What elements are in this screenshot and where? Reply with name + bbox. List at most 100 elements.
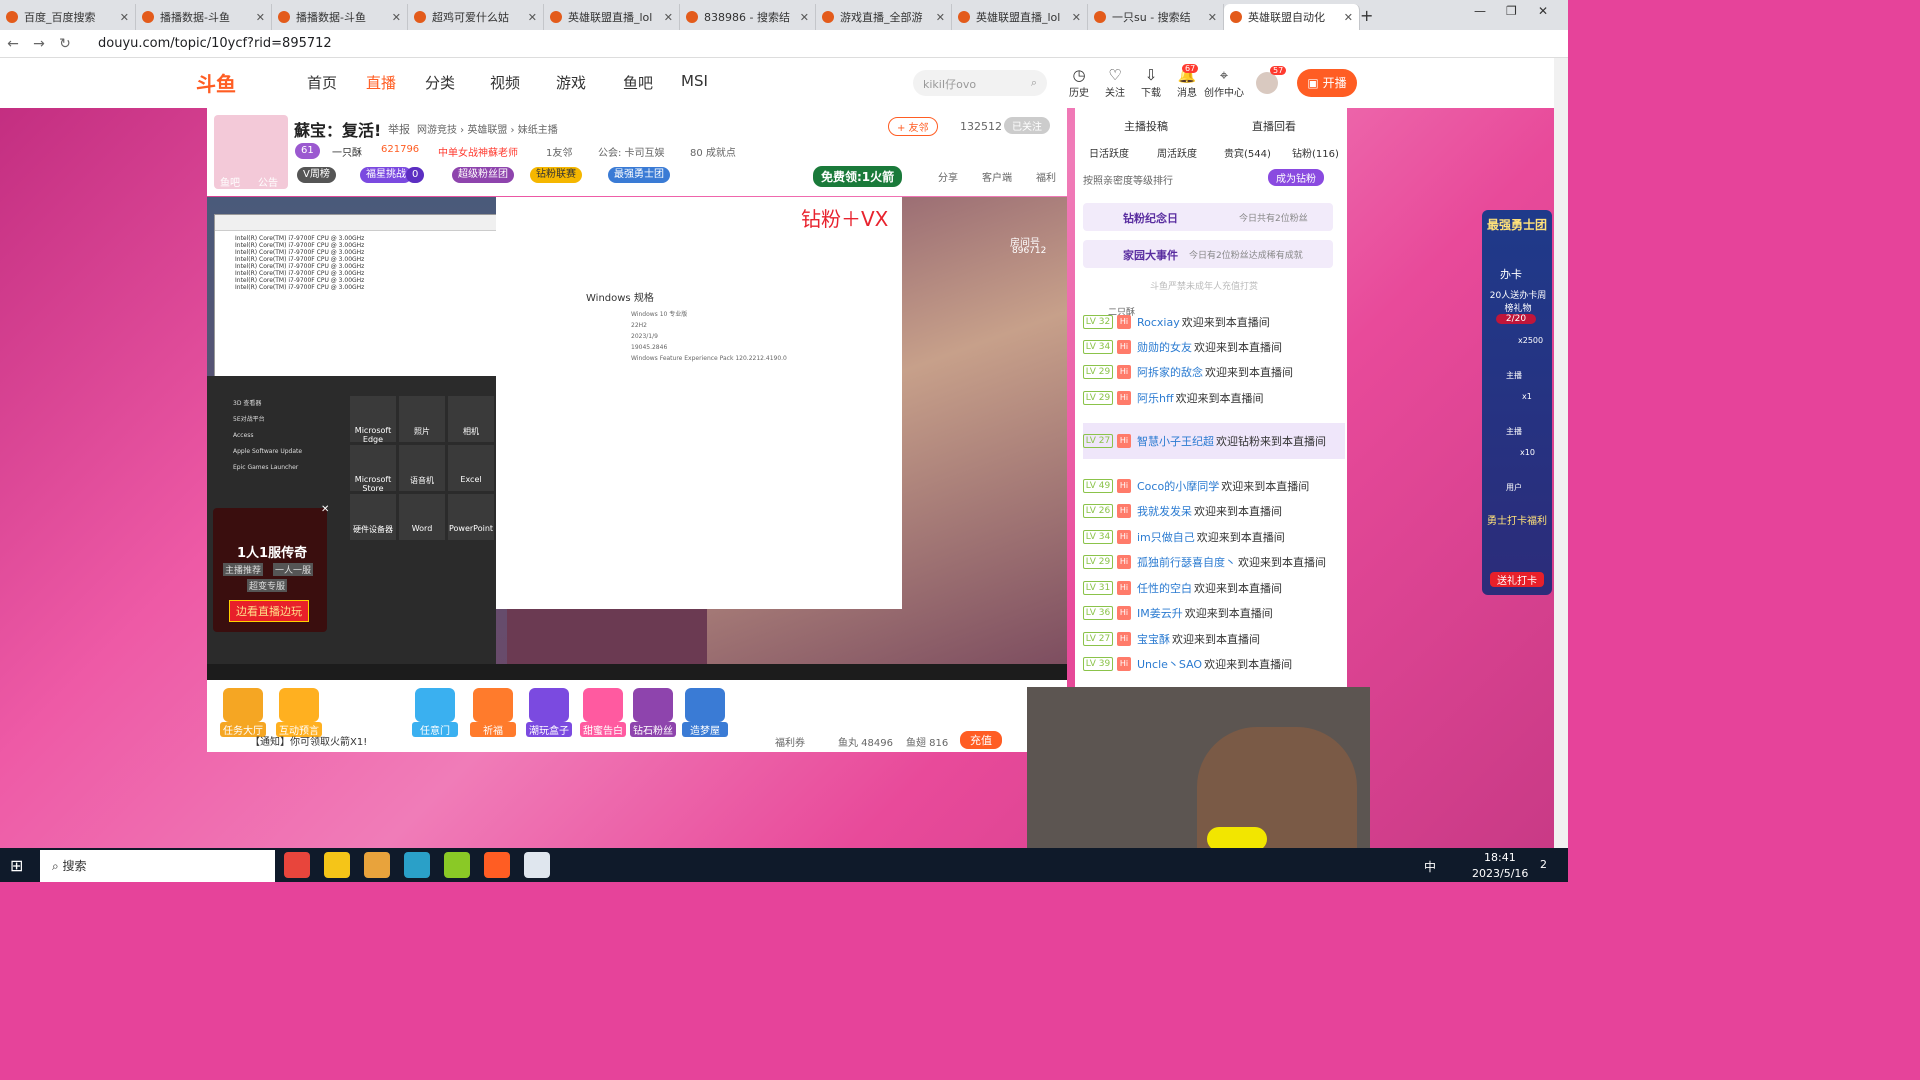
clock-date[interactable]: 2023/5/16	[1472, 867, 1528, 880]
close-window-button[interactable]: ✕	[1538, 4, 1548, 18]
close-tab-icon[interactable]: ✕	[120, 11, 129, 24]
chat-username[interactable]: 任性的空白	[1137, 580, 1192, 596]
weekly-rank-badge[interactable]: V周榜	[297, 167, 336, 183]
back-icon[interactable]: ←	[0, 36, 26, 52]
close-tab-icon[interactable]: ✕	[1344, 11, 1353, 24]
browser-tab[interactable]: 百度_百度搜索 ✕	[0, 4, 136, 30]
nav-msi[interactable]: MSI	[681, 72, 708, 90]
become-diamond-button[interactable]: 成为钻粉	[1268, 169, 1324, 186]
recharge-button[interactable]: 充值	[960, 731, 1002, 749]
browser-tab[interactable]: 英雄联盟直播_lol ✕	[544, 4, 680, 30]
download-button[interactable]: ⇩ 下载	[1136, 66, 1166, 99]
guild-name[interactable]: 一只酥	[332, 144, 362, 159]
start-tile[interactable]: 语音机	[399, 445, 445, 491]
notification-count[interactable]: 2	[1540, 858, 1547, 871]
history-button[interactable]: ◷ 历史	[1064, 66, 1094, 99]
start-tile[interactable]: 相机	[448, 396, 494, 442]
start-app-item[interactable]: 5E对战平台	[233, 412, 302, 428]
start-button[interactable]: ⊞	[10, 856, 23, 875]
chat-username[interactable]: im只做自己	[1137, 529, 1195, 545]
browser-tab[interactable]: 播播数据-斗鱼 ✕	[136, 4, 272, 30]
share-button[interactable]: 分享	[938, 169, 958, 184]
app-icon-s[interactable]	[404, 852, 430, 878]
tab-diamond-fans[interactable]: 钻粉(116)	[1292, 145, 1339, 160]
browser-tab[interactable]: 播播数据-斗鱼 ✕	[272, 4, 408, 30]
tab-replay[interactable]: 直播回看	[1252, 118, 1296, 134]
chat-username[interactable]: Uncle丶SAO	[1137, 656, 1202, 672]
browser-tab[interactable]: 超鸡可爱什么姑 ✕	[408, 4, 544, 30]
toolbar-item[interactable]: 甜蜜告白	[580, 688, 626, 737]
douyu-logo[interactable]: 斗鱼	[196, 68, 260, 98]
minimize-button[interactable]: —	[1474, 4, 1486, 18]
search-icon[interactable]: ⌕	[1031, 76, 1037, 90]
toolbar-item[interactable]: 潮玩盒子	[526, 688, 572, 737]
welfare-coupon[interactable]: 福利券	[775, 734, 805, 749]
diamond-league-badge[interactable]: 钻粉联赛	[530, 167, 582, 183]
start-tile[interactable]: 硬件设备器	[350, 494, 396, 540]
memorial-banner[interactable]: 钻粉纪念日 今日共有2位粉丝	[1083, 203, 1333, 231]
welfare-button[interactable]: 福利	[1036, 169, 1056, 184]
warrior-team-widget[interactable]: 最强勇士团 办卡 20人送办卡周榜礼物 2/20 x2500 主播 x1 主播 …	[1482, 210, 1552, 595]
browser-tab[interactable]: 一只su - 搜索结 ✕	[1088, 4, 1224, 30]
start-tile[interactable]: Microsoft Edge	[350, 396, 396, 444]
super-fans-badge[interactable]: 超级粉丝团	[452, 167, 514, 183]
clock-time[interactable]: 18:41	[1484, 851, 1516, 864]
family-banner[interactable]: 家园大事件 今日有2位粉丝达成稀有成就	[1083, 240, 1333, 268]
chat-username[interactable]: IM姜云升	[1137, 605, 1183, 621]
start-tile[interactable]: 照片	[399, 396, 445, 442]
browser-tab[interactable]: 838986 - 搜索结 ✕	[680, 4, 816, 30]
breadcrumb[interactable]: 网游竞技 › 英雄联盟 › 妹纸主播	[417, 121, 558, 136]
followed-button[interactable]: 已关注	[1004, 117, 1050, 134]
tab-anchor-posts[interactable]: 主播投稿	[1124, 118, 1168, 134]
toolbar-item[interactable]: 钻石粉丝	[630, 688, 676, 737]
avatar-tag-yuba[interactable]: 鱼吧	[220, 174, 240, 189]
toolbar-item[interactable]: 祈福	[470, 688, 516, 737]
chat-username[interactable]: Rocxiay	[1137, 316, 1180, 329]
close-tab-icon[interactable]: ✕	[528, 11, 537, 24]
close-tab-icon[interactable]: ✕	[664, 11, 673, 24]
page-scrollbar[interactable]	[1554, 58, 1568, 848]
app-icon-wind[interactable]	[524, 852, 550, 878]
search-input[interactable]: kikiI仔ovo ⌕	[913, 70, 1047, 96]
start-broadcast-button[interactable]: ▣ 开播	[1297, 69, 1357, 97]
chat-username[interactable]: 阿拆家的敌念	[1137, 364, 1203, 380]
nav-yuba[interactable]: 鱼吧	[623, 72, 653, 93]
warrior-team-badge[interactable]: 最强勇士团	[608, 167, 670, 183]
maximize-button[interactable]: ❐	[1506, 4, 1517, 18]
chat-username[interactable]: 孤独前行瑟喜自度丶	[1137, 554, 1236, 570]
nav-video[interactable]: 视频	[490, 72, 520, 93]
nav-live[interactable]: 直播	[366, 72, 396, 93]
close-tab-icon[interactable]: ✕	[392, 11, 401, 24]
creator-button[interactable]: ⌖ 创作中心	[1204, 66, 1244, 99]
chat-username[interactable]: 阿乐hff	[1137, 390, 1174, 406]
free-rocket-button[interactable]: 免费领:1火箭	[813, 166, 903, 187]
close-tab-icon[interactable]: ✕	[800, 11, 809, 24]
promo-close-icon[interactable]: ✕	[321, 504, 329, 515]
browser-tab[interactable]: 英雄联盟自动化 ✕	[1224, 4, 1360, 30]
start-tile[interactable]: Excel	[448, 445, 494, 491]
follow-button[interactable]: ♡ 关注	[1100, 66, 1130, 99]
start-app-item[interactable]: Apple Software Update	[233, 444, 302, 460]
toolbar-item[interactable]: 造梦屋	[682, 688, 728, 737]
start-tile[interactable]: Word	[399, 494, 445, 540]
lucky-star-badge[interactable]: 福星挑战	[360, 167, 412, 183]
close-tab-icon[interactable]: ✕	[1208, 11, 1217, 24]
avatar-tag-notice[interactable]: 公告	[258, 174, 278, 189]
chrome-icon[interactable]	[284, 852, 310, 878]
ime-indicator[interactable]: 中	[1424, 858, 1436, 875]
start-app-item[interactable]: 3D 查看器	[233, 396, 302, 412]
chat-username[interactable]: Coco的小摩同学	[1137, 478, 1219, 494]
nav-home[interactable]: 首页	[307, 72, 337, 93]
folder-icon[interactable]	[324, 852, 350, 878]
start-tile[interactable]: Microsoft Store	[350, 445, 396, 493]
douyu-taskbar-icon[interactable]	[484, 852, 510, 878]
tab-vip[interactable]: 贵宾(544)	[1224, 145, 1271, 160]
browser-tab[interactable]: 英雄联盟直播_lol ✕	[952, 4, 1088, 30]
promo-ad[interactable]: 1人1服传奇 主播推荐 一人一服 超变专服 边看直播边玩 ✕	[213, 504, 329, 632]
start-tile[interactable]: PowerPoint	[448, 494, 494, 540]
close-tab-icon[interactable]: ✕	[1072, 11, 1081, 24]
tab-weekly[interactable]: 周活跃度	[1157, 145, 1197, 160]
new-tab-button[interactable]: +	[1360, 6, 1373, 25]
chat-username[interactable]: 勋勋的女友	[1137, 339, 1192, 355]
toolbar-item[interactable]: 任务大厅	[220, 688, 266, 737]
